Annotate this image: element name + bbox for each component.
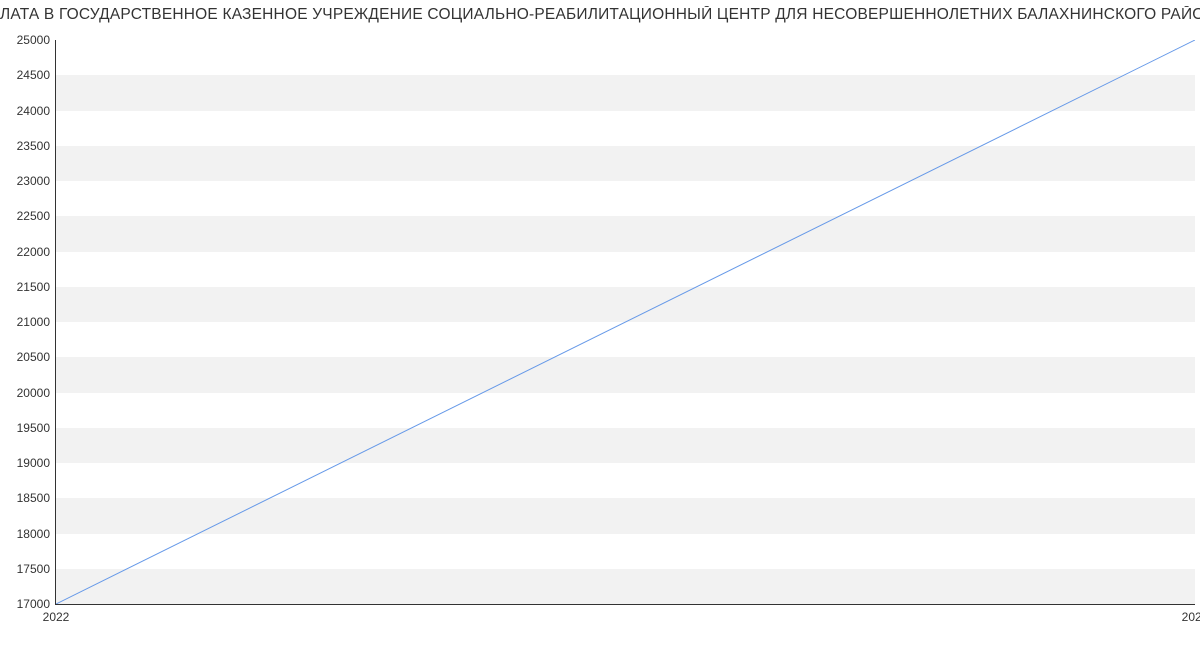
y-tick-label: 21500 [17, 281, 56, 293]
y-tick-label: 19500 [17, 422, 56, 434]
x-tick-label: 2023 [1182, 604, 1200, 624]
y-tick-label: 19000 [17, 457, 56, 469]
y-tick-label: 20500 [17, 351, 56, 363]
y-tick-label: 18500 [17, 492, 56, 504]
y-tick-label: 25000 [17, 34, 56, 46]
y-tick-label: 20000 [17, 387, 56, 399]
y-tick-label: 22500 [17, 210, 56, 222]
chart-container: ЛАТА В ГОСУДАРСТВЕННОЕ КАЗЕННОЕ УЧРЕЖДЕН… [0, 0, 1200, 650]
y-tick-label: 24000 [17, 105, 56, 117]
y-tick-label: 23000 [17, 175, 56, 187]
y-tick-label: 18000 [17, 528, 56, 540]
y-tick-label: 17500 [17, 563, 56, 575]
y-tick-label: 23500 [17, 140, 56, 152]
y-tick-label: 21000 [17, 316, 56, 328]
plot-area: 1700017500180001850019000195002000020500… [55, 40, 1195, 605]
y-tick-label: 22000 [17, 246, 56, 258]
x-tick-label: 2022 [43, 604, 70, 624]
chart-title: ЛАТА В ГОСУДАРСТВЕННОЕ КАЗЕННОЕ УЧРЕЖДЕН… [0, 6, 1200, 24]
y-tick-label: 24500 [17, 69, 56, 81]
data-line [56, 40, 1195, 604]
line-svg [56, 40, 1195, 604]
